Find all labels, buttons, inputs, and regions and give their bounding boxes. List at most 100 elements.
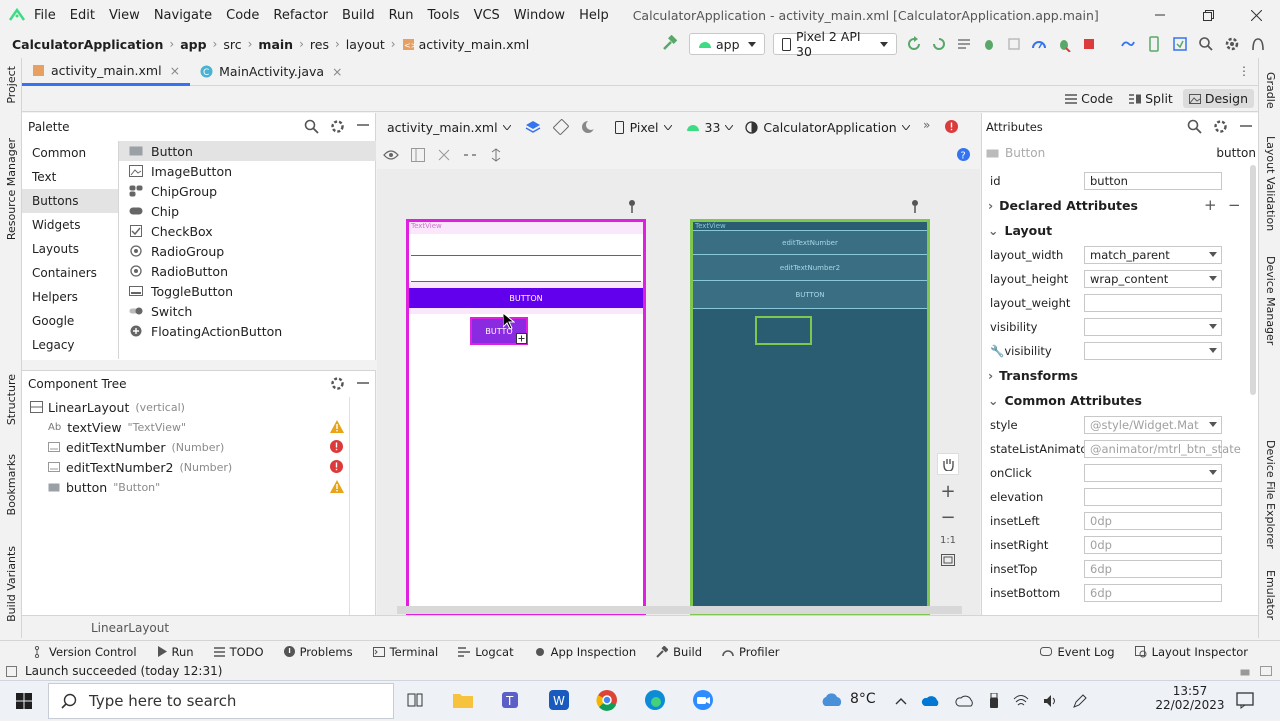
- eye-icon[interactable]: [383, 149, 399, 161]
- zoom-actual-size[interactable]: 1:1: [940, 535, 956, 546]
- category-legacy[interactable]: Legacy: [22, 333, 118, 357]
- search-icon[interactable]: [1187, 119, 1202, 134]
- id-field[interactable]: button: [1084, 172, 1222, 190]
- usb-icon[interactable]: [989, 693, 999, 709]
- add-attribute-icon[interactable]: +: [1204, 196, 1217, 214]
- device-manager-tool-tab[interactable]: Device Manager: [1264, 256, 1277, 345]
- bookmarks-tool-tab[interactable]: Bookmarks: [5, 454, 18, 515]
- event-log-tab[interactable]: Event Log: [1040, 645, 1115, 659]
- palette-item-floatingactionbutton[interactable]: FloatingActionButton: [119, 321, 376, 341]
- category-text[interactable]: Text: [22, 165, 118, 189]
- volume-icon[interactable]: [1043, 694, 1059, 708]
- close-window-icon[interactable]: [1232, 0, 1280, 30]
- teams-icon[interactable]: T: [498, 687, 524, 713]
- windows-start-icon[interactable]: [0, 681, 48, 721]
- menu-edit[interactable]: Edit: [70, 8, 95, 23]
- split-view-button[interactable]: Split: [1123, 89, 1179, 108]
- elevation-field[interactable]: [1084, 488, 1222, 506]
- preview-edittext-1[interactable]: [411, 234, 641, 256]
- run-tab[interactable]: Run: [157, 645, 194, 659]
- gradle-tool-tab[interactable]: Gradle: [1264, 72, 1277, 109]
- coverage-icon[interactable]: [1006, 36, 1022, 52]
- onclick-dropdown[interactable]: [1084, 464, 1222, 482]
- category-widgets[interactable]: Widgets: [22, 213, 118, 237]
- sdk-manager-icon[interactable]: [1172, 36, 1188, 52]
- minimize-panel-icon[interactable]: [357, 119, 369, 131]
- design-view-button[interactable]: Design: [1182, 89, 1254, 108]
- palette-item-switch[interactable]: Switch: [119, 301, 376, 321]
- terminal-tab[interactable]: Terminal: [372, 645, 438, 659]
- palette-item-imagebutton[interactable]: ImageButton: [119, 161, 376, 181]
- remove-attribute-icon[interactable]: −: [1228, 196, 1241, 214]
- blueprint-button[interactable]: BUTTON: [693, 281, 927, 309]
- profiler-tab[interactable]: Profiler: [722, 645, 780, 659]
- network-icon[interactable]: [1013, 694, 1029, 708]
- build-tab[interactable]: Build: [656, 645, 702, 659]
- structure-tool-tab[interactable]: Structure: [5, 374, 18, 425]
- file-explorer-icon[interactable]: [450, 687, 476, 713]
- sync-gradle-icon[interactable]: [1120, 36, 1136, 52]
- breadcrumb-layout[interactable]: layout: [346, 37, 385, 52]
- section-declared-attributes[interactable]: › Declared Attributes + −: [982, 193, 1246, 218]
- blueprint-edittext-2[interactable]: editTextNumber2: [693, 255, 927, 281]
- layout-height-dropdown[interactable]: wrap_content: [1084, 270, 1222, 288]
- taskbar-search-box[interactable]: Type here to search: [48, 683, 394, 719]
- project-tool-tab[interactable]: Project: [5, 66, 18, 104]
- layers-icon[interactable]: [525, 120, 541, 134]
- visibility-dropdown[interactable]: [1084, 318, 1222, 336]
- orientation-icon[interactable]: [552, 119, 569, 135]
- zoom-in-icon[interactable]: +: [940, 483, 955, 501]
- chrome-icon[interactable]: [594, 687, 620, 713]
- menu-code[interactable]: Code: [226, 8, 259, 23]
- clear-constraints-icon[interactable]: [437, 148, 451, 162]
- minimize-panel-icon[interactable]: [357, 377, 369, 389]
- palette-item-button[interactable]: Button: [119, 141, 376, 161]
- layout-file-dropdown[interactable]: activity_main.xml: [387, 120, 498, 135]
- resource-manager-tool-tab[interactable]: Resource Manager: [5, 138, 18, 240]
- close-tab-icon[interactable]: ×: [332, 64, 342, 79]
- attributes-scrollbar[interactable]: [1250, 165, 1256, 395]
- menu-build[interactable]: Build: [342, 8, 375, 23]
- restore-icon[interactable]: [1184, 0, 1232, 30]
- onedrive-icon[interactable]: [921, 694, 941, 708]
- grid-toggle-icon[interactable]: [411, 148, 425, 162]
- insetright-field[interactable]: 0dp: [1084, 536, 1222, 554]
- device-selector[interactable]: Pixel: [630, 120, 659, 135]
- palette-item-chipgroup[interactable]: ChipGroup: [119, 181, 376, 201]
- menu-view[interactable]: View: [109, 8, 140, 23]
- settings-icon[interactable]: [1224, 36, 1240, 52]
- tree-node-edittextnumber[interactable]: editTextNumber (Number): [22, 437, 349, 457]
- warning-icon[interactable]: [330, 480, 344, 493]
- blueprint-textview[interactable]: TextView: [693, 222, 927, 231]
- settings-icon[interactable]: [1213, 119, 1228, 134]
- attach-debugger-icon[interactable]: [1056, 36, 1072, 52]
- breadcrumb-project[interactable]: CalculatorApplication: [12, 37, 163, 52]
- palette-item-togglebutton[interactable]: ToggleButton: [119, 281, 376, 301]
- theme-selector[interactable]: CalculatorApplication: [763, 120, 896, 135]
- hammer-icon[interactable]: [662, 35, 678, 51]
- error-icon[interactable]: [945, 120, 958, 133]
- avd-manager-icon[interactable]: [1146, 36, 1162, 52]
- menu-file[interactable]: File: [34, 8, 56, 23]
- edge-icon[interactable]: [642, 687, 668, 713]
- pack-vertical-icon[interactable]: [489, 148, 503, 162]
- error-icon[interactable]: [330, 460, 343, 473]
- account-icon[interactable]: [1250, 36, 1266, 52]
- chevron-up-icon[interactable]: [895, 697, 907, 705]
- build-variants-tool-tab[interactable]: Build Variants: [5, 546, 18, 622]
- statelistanimator-field[interactable]: @animator/mtrl_btn_state: [1084, 440, 1241, 458]
- layout-validation-tool-tab[interactable]: Layout Validation: [1264, 136, 1277, 231]
- search-icon[interactable]: [304, 119, 319, 134]
- palette-item-radiogroup[interactable]: RadioGroup: [119, 241, 376, 261]
- category-google[interactable]: Google: [22, 309, 118, 333]
- preview-edittext-2[interactable]: [411, 256, 641, 282]
- infer-constraints-icon[interactable]: [463, 148, 477, 162]
- breadcrumb-res[interactable]: res: [310, 37, 329, 52]
- menu-help[interactable]: Help: [579, 8, 609, 23]
- blueprint-screen[interactable]: TextView editTextNumber editTextNumber2 …: [690, 219, 930, 615]
- pan-hand-icon[interactable]: [937, 453, 959, 475]
- tab-mainactivity-java[interactable]: C MainActivity.java ×: [190, 58, 352, 86]
- breadcrumb-file[interactable]: activity_main.xml: [419, 37, 530, 52]
- preview-button[interactable]: BUTTON: [409, 288, 643, 308]
- weather-widget[interactable]: 8°C: [820, 691, 876, 707]
